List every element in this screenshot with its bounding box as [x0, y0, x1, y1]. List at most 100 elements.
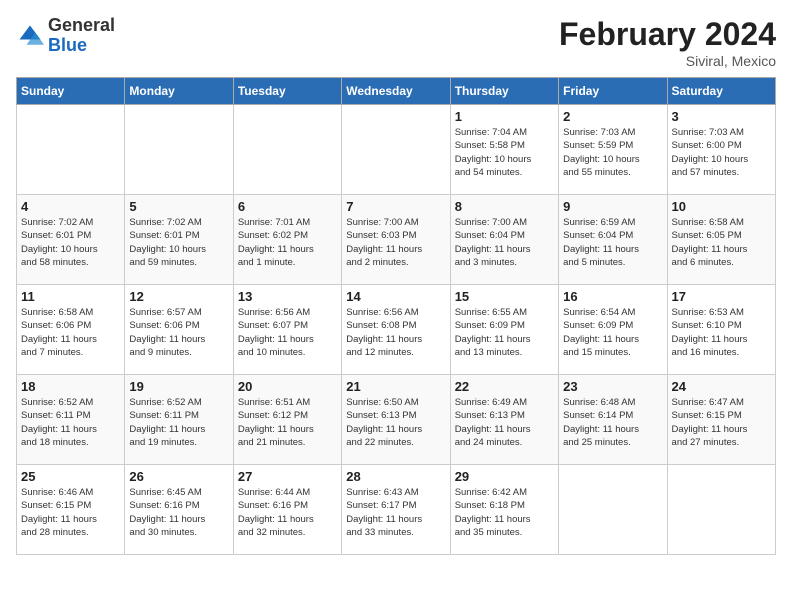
day-number: 26 [129, 469, 228, 484]
calendar-subtitle: Siviral, Mexico [559, 53, 776, 69]
calendar-cell: 29 Sunrise: 6:42 AMSunset: 6:18 PMDayligh… [450, 465, 558, 555]
day-number: 8 [455, 199, 554, 214]
logo-blue-text: Blue [48, 35, 87, 55]
calendar-cell: 22 Sunrise: 6:49 AMSunset: 6:13 PMDayligh… [450, 375, 558, 465]
logo-general-text: General [48, 15, 115, 35]
day-number: 24 [672, 379, 771, 394]
day-number: 19 [129, 379, 228, 394]
day-info: Sunrise: 6:57 AMSunset: 6:06 PMDaylight:… [129, 306, 228, 359]
calendar-cell: 18Sunrise: 6:52 AMSunset: 6:11 PMDayligh… [17, 375, 125, 465]
day-number: 27 [238, 469, 337, 484]
calendar-cell: 17 Sunrise: 6:53 AMSunset: 6:10 PMDayligh… [667, 285, 775, 375]
calendar-cell: 3Sunrise: 7:03 AMSunset: 6:00 PMDaylight… [667, 105, 775, 195]
day-number: 3 [672, 109, 771, 124]
calendar-cell: 4Sunrise: 7:02 AMSunset: 6:01 PMDaylight… [17, 195, 125, 285]
calendar-cell: 14Sunrise: 6:56 AMSunset: 6:08 PMDayligh… [342, 285, 450, 375]
day-info: Sunrise: 6:52 AMSunset: 6:11 PMDaylight:… [21, 396, 120, 449]
calendar-cell: 8 Sunrise: 7:00 AMSunset: 6:04 PMDaylight… [450, 195, 558, 285]
calendar-cell: 11 Sunrise: 6:58 AMSunset: 6:06 PMDayligh… [17, 285, 125, 375]
calendar-cell [17, 105, 125, 195]
calendar-week-row: 25 Sunrise: 6:46 AMSunset: 6:15 PMDayligh… [17, 465, 776, 555]
calendar-cell: 21 Sunrise: 6:50 AMSunset: 6:13 PMDayligh… [342, 375, 450, 465]
day-of-week-header: Monday [125, 78, 233, 105]
calendar-week-row: 18Sunrise: 6:52 AMSunset: 6:11 PMDayligh… [17, 375, 776, 465]
day-info: Sunrise: 6:45 AMSunset: 6:16 PMDaylight:… [129, 486, 228, 539]
day-of-week-header: Saturday [667, 78, 775, 105]
calendar-cell: 5 Sunrise: 7:02 AMSunset: 6:01 PMDaylight… [125, 195, 233, 285]
calendar-cell: 10 Sunrise: 6:58 AMSunset: 6:05 PMDayligh… [667, 195, 775, 285]
calendar-table: SundayMondayTuesdayWednesdayThursdayFrid… [16, 77, 776, 555]
day-info: Sunrise: 6:56 AMSunset: 6:07 PMDaylight:… [238, 306, 337, 359]
day-number: 10 [672, 199, 771, 214]
day-number: 25 [21, 469, 120, 484]
day-number: 20 [238, 379, 337, 394]
calendar-cell: 27 Sunrise: 6:44 AMSunset: 6:16 PMDayligh… [233, 465, 341, 555]
day-info: Sunrise: 6:50 AMSunset: 6:13 PMDaylight:… [346, 396, 445, 449]
logo: General Blue [16, 16, 115, 56]
calendar-cell: 20Sunrise: 6:51 AMSunset: 6:12 PMDayligh… [233, 375, 341, 465]
calendar-cell [342, 105, 450, 195]
calendar-cell [233, 105, 341, 195]
calendar-cell: 6Sunrise: 7:01 AMSunset: 6:02 PMDaylight… [233, 195, 341, 285]
day-info: Sunrise: 7:04 AMSunset: 5:58 PMDaylight:… [455, 126, 554, 179]
day-number: 9 [563, 199, 662, 214]
day-info: Sunrise: 7:00 AMSunset: 6:04 PMDaylight:… [455, 216, 554, 269]
day-number: 17 [672, 289, 771, 304]
day-info: Sunrise: 6:55 AMSunset: 6:09 PMDaylight:… [455, 306, 554, 359]
day-info: Sunrise: 7:01 AMSunset: 6:02 PMDaylight:… [238, 216, 337, 269]
calendar-cell: 1 Sunrise: 7:04 AMSunset: 5:58 PMDaylight… [450, 105, 558, 195]
title-block: February 2024 Siviral, Mexico [559, 16, 776, 69]
day-number: 15 [455, 289, 554, 304]
day-info: Sunrise: 6:58 AMSunset: 6:06 PMDaylight:… [21, 306, 120, 359]
day-info: Sunrise: 7:02 AMSunset: 6:01 PMDaylight:… [129, 216, 228, 269]
day-info: Sunrise: 6:47 AMSunset: 6:15 PMDaylight:… [672, 396, 771, 449]
calendar-week-row: 1 Sunrise: 7:04 AMSunset: 5:58 PMDaylight… [17, 105, 776, 195]
calendar-week-row: 11 Sunrise: 6:58 AMSunset: 6:06 PMDayligh… [17, 285, 776, 375]
day-info: Sunrise: 6:43 AMSunset: 6:17 PMDaylight:… [346, 486, 445, 539]
day-info: Sunrise: 6:59 AMSunset: 6:04 PMDaylight:… [563, 216, 662, 269]
day-of-week-header: Wednesday [342, 78, 450, 105]
day-number: 7 [346, 199, 445, 214]
day-number: 2 [563, 109, 662, 124]
calendar-cell: 28 Sunrise: 6:43 AMSunset: 6:17 PMDayligh… [342, 465, 450, 555]
day-info: Sunrise: 6:49 AMSunset: 6:13 PMDaylight:… [455, 396, 554, 449]
calendar-cell: 25 Sunrise: 6:46 AMSunset: 6:15 PMDayligh… [17, 465, 125, 555]
calendar-cell: 19 Sunrise: 6:52 AMSunset: 6:11 PMDayligh… [125, 375, 233, 465]
day-number: 28 [346, 469, 445, 484]
day-number: 5 [129, 199, 228, 214]
day-number: 29 [455, 469, 554, 484]
calendar-cell [125, 105, 233, 195]
calendar-body: 1 Sunrise: 7:04 AMSunset: 5:58 PMDaylight… [17, 105, 776, 555]
day-of-week-header: Sunday [17, 78, 125, 105]
logo-icon [16, 22, 44, 50]
day-info: Sunrise: 7:03 AMSunset: 5:59 PMDaylight:… [563, 126, 662, 179]
day-number: 21 [346, 379, 445, 394]
day-info: Sunrise: 6:42 AMSunset: 6:18 PMDaylight:… [455, 486, 554, 539]
calendar-cell: 23Sunrise: 6:48 AMSunset: 6:14 PMDayligh… [559, 375, 667, 465]
day-number: 22 [455, 379, 554, 394]
day-info: Sunrise: 6:46 AMSunset: 6:15 PMDaylight:… [21, 486, 120, 539]
day-info: Sunrise: 6:56 AMSunset: 6:08 PMDaylight:… [346, 306, 445, 359]
calendar-cell: 16 Sunrise: 6:54 AMSunset: 6:09 PMDayligh… [559, 285, 667, 375]
day-number: 4 [21, 199, 120, 214]
calendar-cell: 9 Sunrise: 6:59 AMSunset: 6:04 PMDaylight… [559, 195, 667, 285]
calendar-cell [667, 465, 775, 555]
day-info: Sunrise: 6:53 AMSunset: 6:10 PMDaylight:… [672, 306, 771, 359]
day-info: Sunrise: 6:48 AMSunset: 6:14 PMDaylight:… [563, 396, 662, 449]
calendar-cell: 13 Sunrise: 6:56 AMSunset: 6:07 PMDayligh… [233, 285, 341, 375]
day-number: 16 [563, 289, 662, 304]
calendar-cell: 24 Sunrise: 6:47 AMSunset: 6:15 PMDayligh… [667, 375, 775, 465]
day-number: 1 [455, 109, 554, 124]
day-number: 13 [238, 289, 337, 304]
day-info: Sunrise: 6:58 AMSunset: 6:05 PMDaylight:… [672, 216, 771, 269]
calendar-cell: 26 Sunrise: 6:45 AMSunset: 6:16 PMDayligh… [125, 465, 233, 555]
day-info: Sunrise: 6:44 AMSunset: 6:16 PMDaylight:… [238, 486, 337, 539]
calendar-cell: 2 Sunrise: 7:03 AMSunset: 5:59 PMDaylight… [559, 105, 667, 195]
day-info: Sunrise: 6:52 AMSunset: 6:11 PMDaylight:… [129, 396, 228, 449]
page-header: General Blue February 2024 Siviral, Mexi… [16, 16, 776, 69]
calendar-header-row: SundayMondayTuesdayWednesdayThursdayFrid… [17, 78, 776, 105]
calendar-cell [559, 465, 667, 555]
day-info: Sunrise: 7:00 AMSunset: 6:03 PMDaylight:… [346, 216, 445, 269]
day-info: Sunrise: 6:54 AMSunset: 6:09 PMDaylight:… [563, 306, 662, 359]
day-number: 11 [21, 289, 120, 304]
